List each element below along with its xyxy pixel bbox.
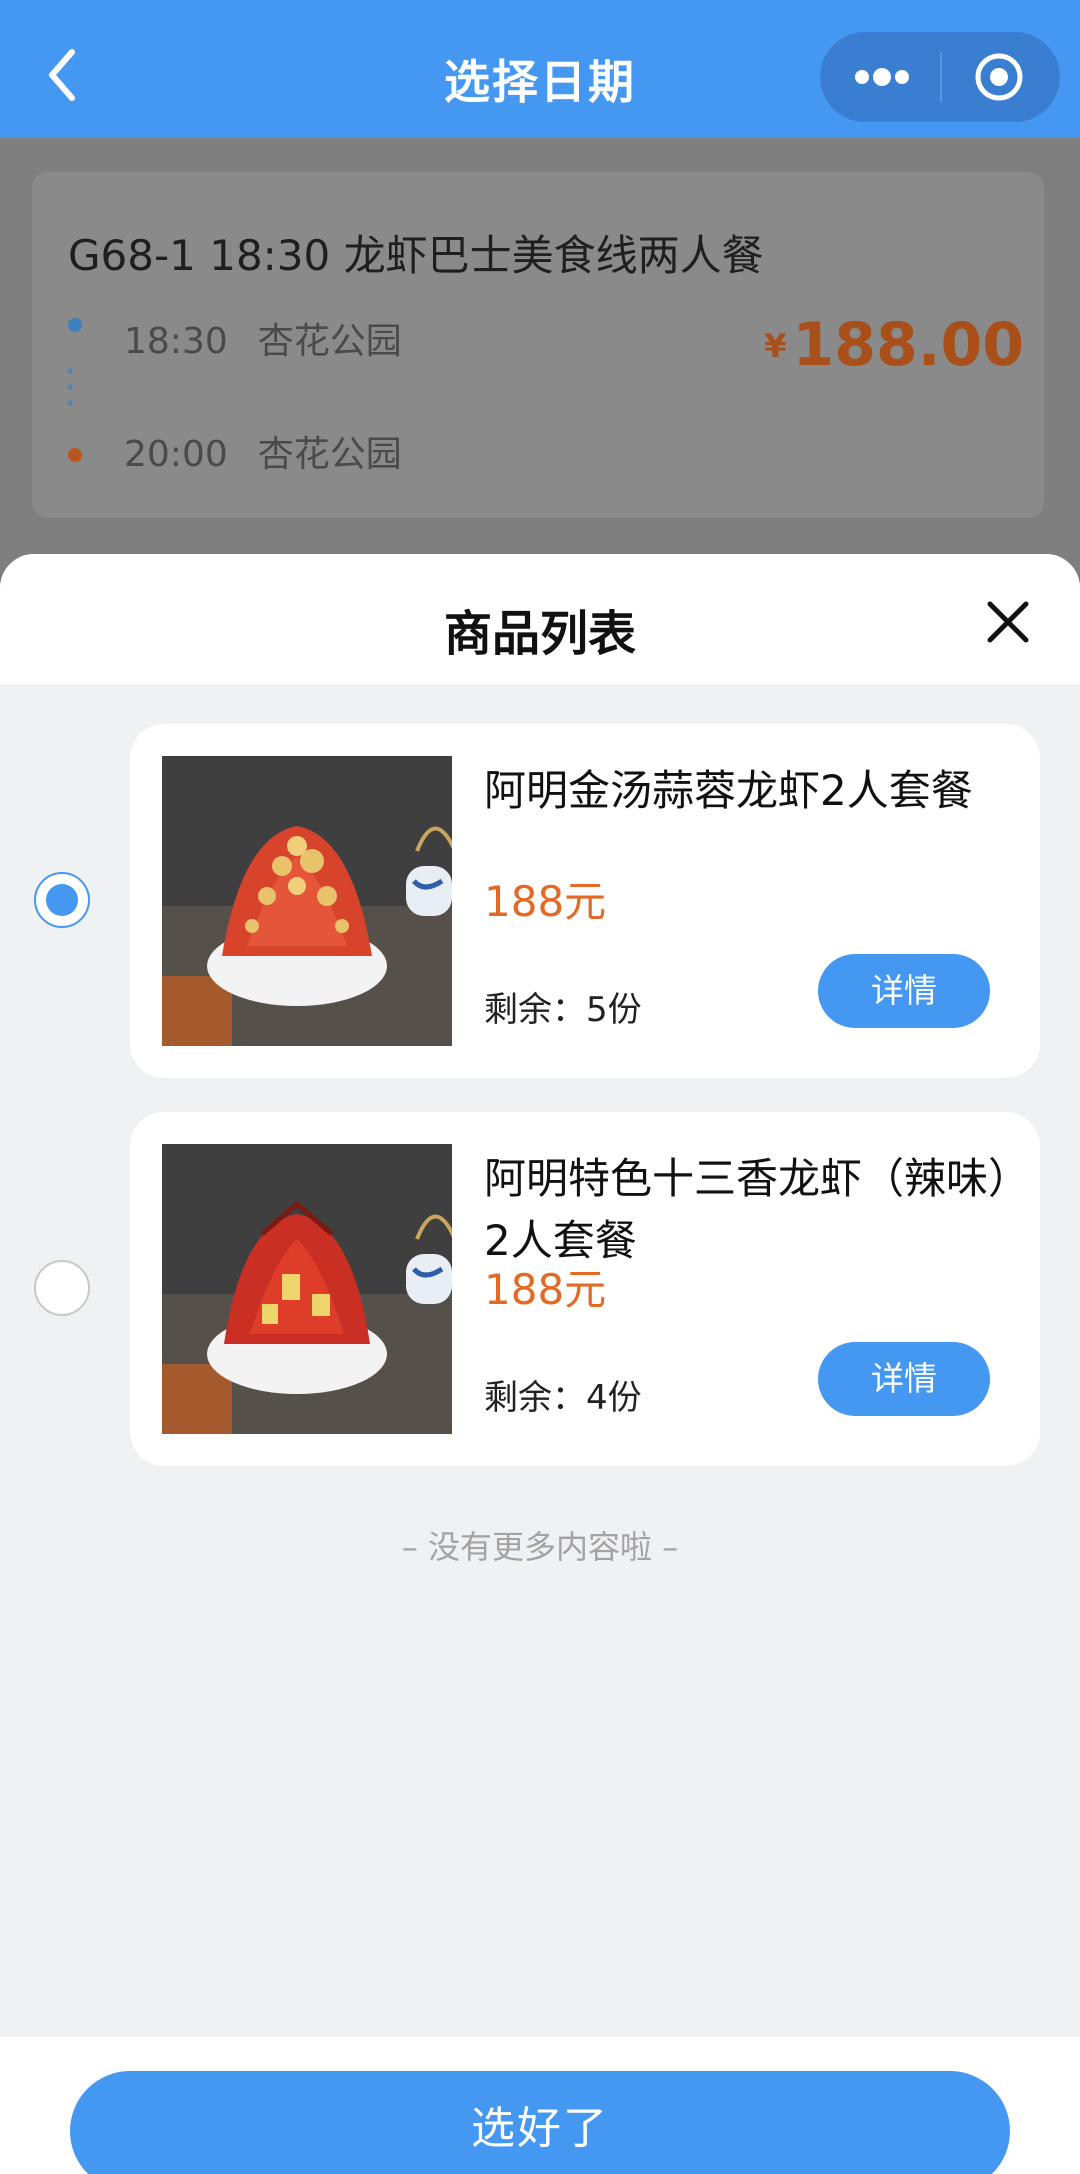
end-stop-dot — [68, 448, 82, 462]
start-stop-dot — [68, 318, 82, 332]
end-of-list-text: – 没有更多内容啦 – — [401, 1528, 679, 1566]
navigation-bar: 选择日期 — [0, 0, 1080, 138]
sheet-title: 商品列表 — [443, 606, 636, 662]
sheet-header: 商品列表 — [0, 554, 1080, 684]
route-connector-dot — [67, 400, 73, 406]
route-card: G68-1 18:30 龙虾巴士美食线两人餐 18:30 杏花公园 20:00 杏花… — [32, 172, 1044, 518]
currency-symbol: ¥ — [764, 327, 787, 365]
mini-program-capsule — [820, 32, 1060, 122]
crawfish-spicy-dish-image — [162, 1144, 452, 1434]
end-place: 杏花公园 — [257, 434, 402, 475]
close-icon[interactable] — [982, 596, 1034, 648]
end-time: 20:00 — [124, 434, 228, 475]
route-name: G68-1 18:30 龙虾巴士美食线两人餐 — [68, 231, 764, 280]
item-radio-1[interactable] — [34, 872, 90, 928]
item-radio-2[interactable] — [34, 1260, 90, 1316]
detail-button-2[interactable]: 详情 — [818, 1342, 990, 1416]
product-card-2[interactable]: 阿明特色十三香龙虾（辣味）2人套餐 188元 剩余：4份 详情 — [130, 1112, 1040, 1466]
detail-button-1[interactable]: 详情 — [818, 954, 990, 1028]
product-list-sheet: 商品列表 阿明金汤蒜蓉龙虾2人套餐 188元 剩余：5份 详情 阿明特色十三香龙… — [0, 554, 1080, 2174]
route-price: ¥188.00 — [764, 310, 1024, 380]
target-icon[interactable] — [942, 32, 1060, 122]
more-dots-icon[interactable] — [820, 32, 940, 122]
crawfish-garlic-dish-image — [162, 756, 452, 1046]
product-name-2: 阿明特色十三香龙虾（辣味）2人套餐 — [484, 1154, 1010, 1265]
route-connector-dot — [67, 368, 73, 374]
product-stock-2: 剩余：4份 — [484, 1378, 642, 1418]
product-price-2: 188元 — [484, 1265, 607, 1314]
product-card-1[interactable]: 阿明金汤蒜蓉龙虾2人套餐 188元 剩余：5份 详情 — [130, 724, 1040, 1078]
route-price-value: 188.00 — [792, 310, 1024, 380]
product-name-1: 阿明金汤蒜蓉龙虾2人套餐 — [484, 766, 973, 815]
footer-bar: 选好了 — [0, 2037, 1080, 2174]
end-stop: 20:00 杏花公园 — [124, 425, 402, 477]
product-stock-1: 剩余：5份 — [484, 990, 642, 1030]
product-price-1: 188元 — [484, 877, 607, 926]
start-stop: 18:30 杏花公园 — [124, 312, 402, 364]
start-place: 杏花公园 — [257, 321, 402, 362]
confirm-button[interactable]: 选好了 — [70, 2071, 1010, 2174]
start-time: 18:30 — [124, 321, 228, 362]
route-connector-dot — [67, 384, 73, 390]
